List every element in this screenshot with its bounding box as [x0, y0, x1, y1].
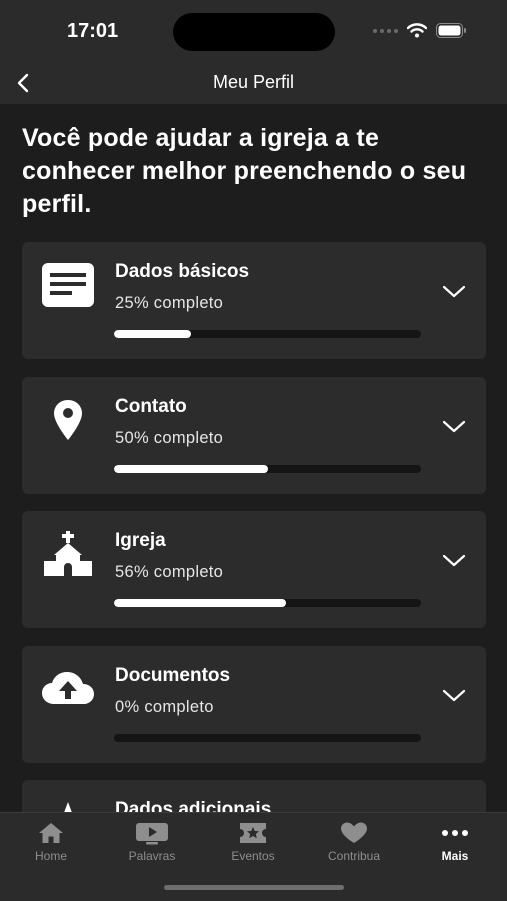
progress-bar	[114, 734, 421, 742]
cloud-upload-icon	[42, 672, 94, 704]
tab-label: Palavras	[128, 849, 176, 863]
dynamic-island	[173, 13, 335, 51]
wifi-icon	[407, 23, 427, 38]
card-documentos[interactable]: Documentos 0% completo	[22, 646, 486, 763]
home-indicator	[164, 885, 344, 890]
card-status: 50% completo	[115, 429, 224, 447]
tab-mais[interactable]: Mais	[405, 821, 505, 863]
card-contato[interactable]: Contato 50% completo	[22, 377, 486, 494]
progress-fill	[114, 599, 286, 607]
intro-text: Você pode ajudar a igreja a te conhecer …	[22, 124, 467, 218]
status-time: 17:01	[67, 20, 119, 42]
star-icon	[64, 802, 72, 812]
card-status: 56% completo	[115, 563, 224, 581]
status-bar: 17:01	[0, 0, 507, 62]
card-title: Dados básicos	[115, 261, 250, 282]
tab-eventos[interactable]: Eventos	[203, 821, 303, 863]
card-status: 0% completo	[115, 698, 214, 716]
church-icon	[44, 531, 92, 576]
chevron-down-icon[interactable]	[440, 546, 468, 574]
tab-label: Contribua	[327, 849, 381, 863]
card-title: Igreja	[115, 530, 166, 551]
progress-fill	[114, 330, 191, 338]
profile-sections: Dados básicos 25% completo Contato 50% c…	[22, 242, 486, 812]
home-icon	[39, 823, 63, 843]
tab-label: Eventos	[231, 849, 275, 863]
progress-bar	[114, 330, 421, 338]
chevron-down-icon[interactable]	[440, 412, 468, 440]
tab-contribua[interactable]: Contribua	[304, 821, 404, 863]
location-pin-icon	[54, 400, 82, 440]
card-igreja[interactable]: Igreja 56% completo	[22, 511, 486, 628]
more-dots-icon	[442, 830, 468, 836]
card-title: Dados adicionais	[115, 799, 272, 812]
video-icon	[136, 823, 168, 845]
card-title: Documentos	[115, 665, 231, 686]
document-icon	[42, 263, 94, 307]
progress-bar	[114, 599, 421, 607]
chevron-down-icon[interactable]	[440, 681, 468, 709]
signal-icon	[373, 28, 398, 33]
card-title: Contato	[115, 396, 187, 417]
tab-palavras[interactable]: Palavras	[102, 821, 202, 863]
card-status: 25% completo	[115, 294, 224, 312]
heart-icon	[341, 822, 367, 843]
status-icons	[372, 23, 467, 38]
progress-bar	[114, 465, 421, 473]
chevron-down-icon[interactable]	[440, 277, 468, 305]
battery-icon	[436, 23, 466, 38]
progress-fill	[114, 465, 268, 473]
page-title: Meu Perfil	[212, 72, 295, 92]
tab-home[interactable]: Home	[1, 821, 101, 863]
nav-bar: Meu Perfil	[0, 62, 507, 104]
ticket-icon	[240, 823, 266, 843]
card-dados-basicos[interactable]: Dados básicos 25% completo	[22, 242, 486, 359]
tab-label: Home	[34, 849, 67, 863]
card-dados-adicionais[interactable]: Dados adicionais	[22, 780, 486, 812]
tab-label: Mais	[441, 849, 469, 863]
